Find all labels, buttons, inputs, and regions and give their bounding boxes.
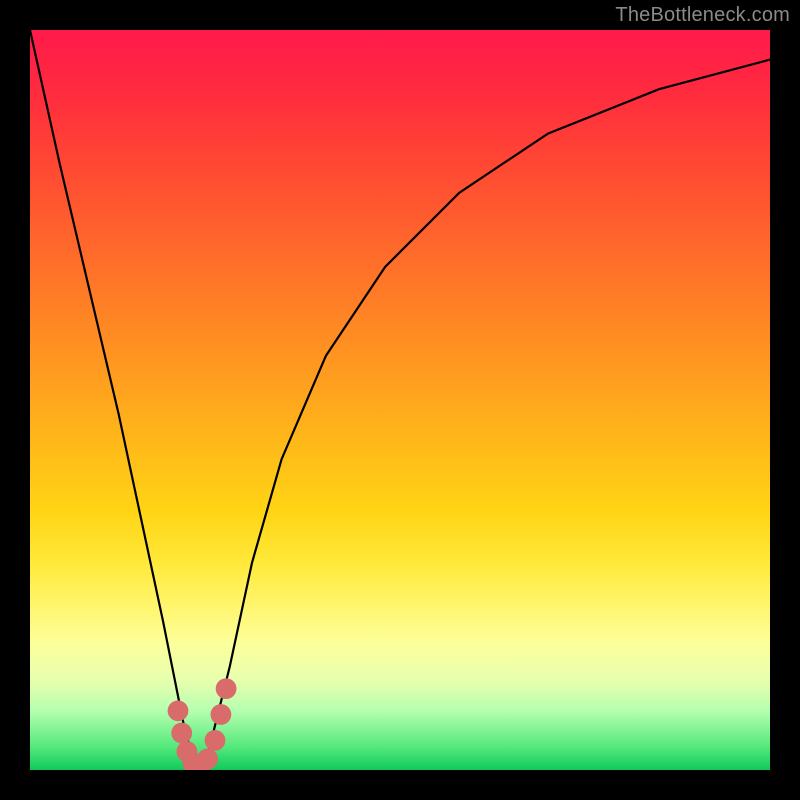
curve-marker [168, 700, 189, 721]
curve-marker [211, 704, 232, 725]
bottleneck-curve [30, 30, 770, 770]
curve-marker [205, 730, 226, 751]
outer-frame: TheBottleneck.com [0, 0, 800, 800]
curve-marker [197, 749, 218, 770]
curve-marker [216, 678, 237, 699]
curve-layer [30, 30, 770, 770]
curve-marker [171, 723, 192, 744]
plot-area [30, 30, 770, 770]
watermark-text: TheBottleneck.com [615, 4, 790, 27]
